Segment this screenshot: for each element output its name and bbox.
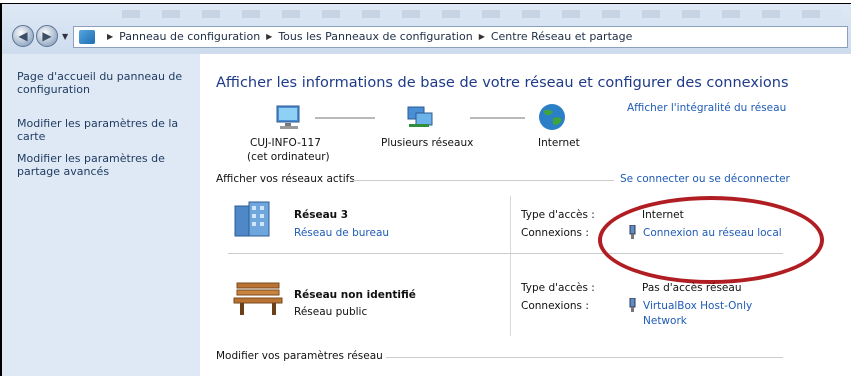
network-2-access-type: Pas d'accès réseau	[642, 282, 742, 294]
toolbar-blur	[122, 10, 842, 18]
section-divider	[386, 357, 783, 358]
sidebar-item-advanced-sharing[interactable]: Modifier les paramètres de partage avanc…	[17, 152, 193, 178]
breadcrumb-separator-icon[interactable]: ▶	[266, 32, 272, 41]
virtualbox-connection-link[interactable]: VirtualBox Host-Only	[643, 300, 752, 312]
page-title: Afficher les informations de base de vot…	[216, 75, 789, 91]
network-2-connections-label: Connexions :	[521, 300, 589, 312]
map-connector	[470, 117, 525, 119]
multiple-networks-label: Plusieurs réseaux	[381, 137, 474, 149]
network-1-access-type-label: Type d'accès :	[521, 209, 595, 221]
view-full-map-link[interactable]: Afficher l'intégralité du réseau	[627, 102, 786, 114]
active-networks-label: Afficher vos réseaux actifs	[216, 173, 355, 185]
forward-button[interactable]: ▶	[36, 25, 58, 47]
breadcrumb-separator-icon[interactable]: ▶	[107, 32, 113, 41]
back-button[interactable]: ◀	[12, 25, 34, 47]
computer-icon	[276, 105, 300, 129]
forward-arrow-icon: ▶	[42, 29, 52, 43]
control-panel-icon	[79, 30, 95, 44]
virtualbox-connection-link-line2[interactable]: Network	[643, 315, 687, 327]
network-1-category-link[interactable]: Réseau de bureau	[294, 227, 389, 239]
computer-name: CUJ-INFO-117	[250, 137, 321, 149]
public-network-bench-icon	[233, 282, 283, 315]
breadcrumb-centre-reseau[interactable]: Centre Réseau et partage	[491, 30, 633, 43]
change-settings-label: Modifier vos paramètres réseau	[216, 350, 383, 362]
breadcrumb-separator-icon[interactable]: ▶	[479, 32, 485, 41]
connect-disconnect-link[interactable]: Se connecter ou se déconnecter	[620, 173, 790, 185]
network-2-category: Réseau public	[294, 306, 368, 318]
network-1-name: Réseau 3	[294, 209, 349, 221]
map-connector	[315, 117, 375, 119]
address-bar[interactable]: ▶ Panneau de configuration ▶ Tous les Panne…	[73, 26, 848, 48]
network-2-access-type-label: Type d'accès :	[521, 282, 595, 294]
recent-pages-dropdown-icon[interactable]: ▼	[62, 32, 68, 41]
section-divider	[352, 180, 614, 181]
computer-sub: (cet ordinateur)	[247, 151, 330, 163]
internet-label: Internet	[538, 137, 580, 149]
highlight-ellipse	[598, 196, 824, 284]
internet-globe-icon	[539, 104, 565, 130]
column-divider	[510, 196, 511, 336]
breadcrumb-tous[interactable]: Tous les Panneaux de configuration	[278, 30, 472, 43]
office-network-icon	[234, 201, 270, 237]
breadcrumb-panneau[interactable]: Panneau de configuration	[119, 30, 260, 43]
multiple-networks-icon	[407, 106, 433, 127]
breadcrumb: ▶ Panneau de configuration ▶ Tous les Panne…	[101, 30, 632, 43]
sidebar-item-home[interactable]: Page d'accueil du panneau de configurati…	[17, 70, 193, 96]
sidebar: Page d'accueil du panneau de configurati…	[2, 54, 200, 376]
back-arrow-icon: ◀	[18, 29, 28, 43]
window-chrome: ◀ ▶ ▼ ▶ Panneau de configuration ▶ Tous les…	[2, 4, 851, 54]
network-1-connections-label: Connexions :	[521, 227, 589, 239]
sidebar-item-adapter-settings[interactable]: Modifier les paramètres de la carte	[17, 117, 193, 143]
network-adapter-icon	[629, 298, 636, 312]
network-2-name: Réseau non identifié	[294, 289, 416, 301]
